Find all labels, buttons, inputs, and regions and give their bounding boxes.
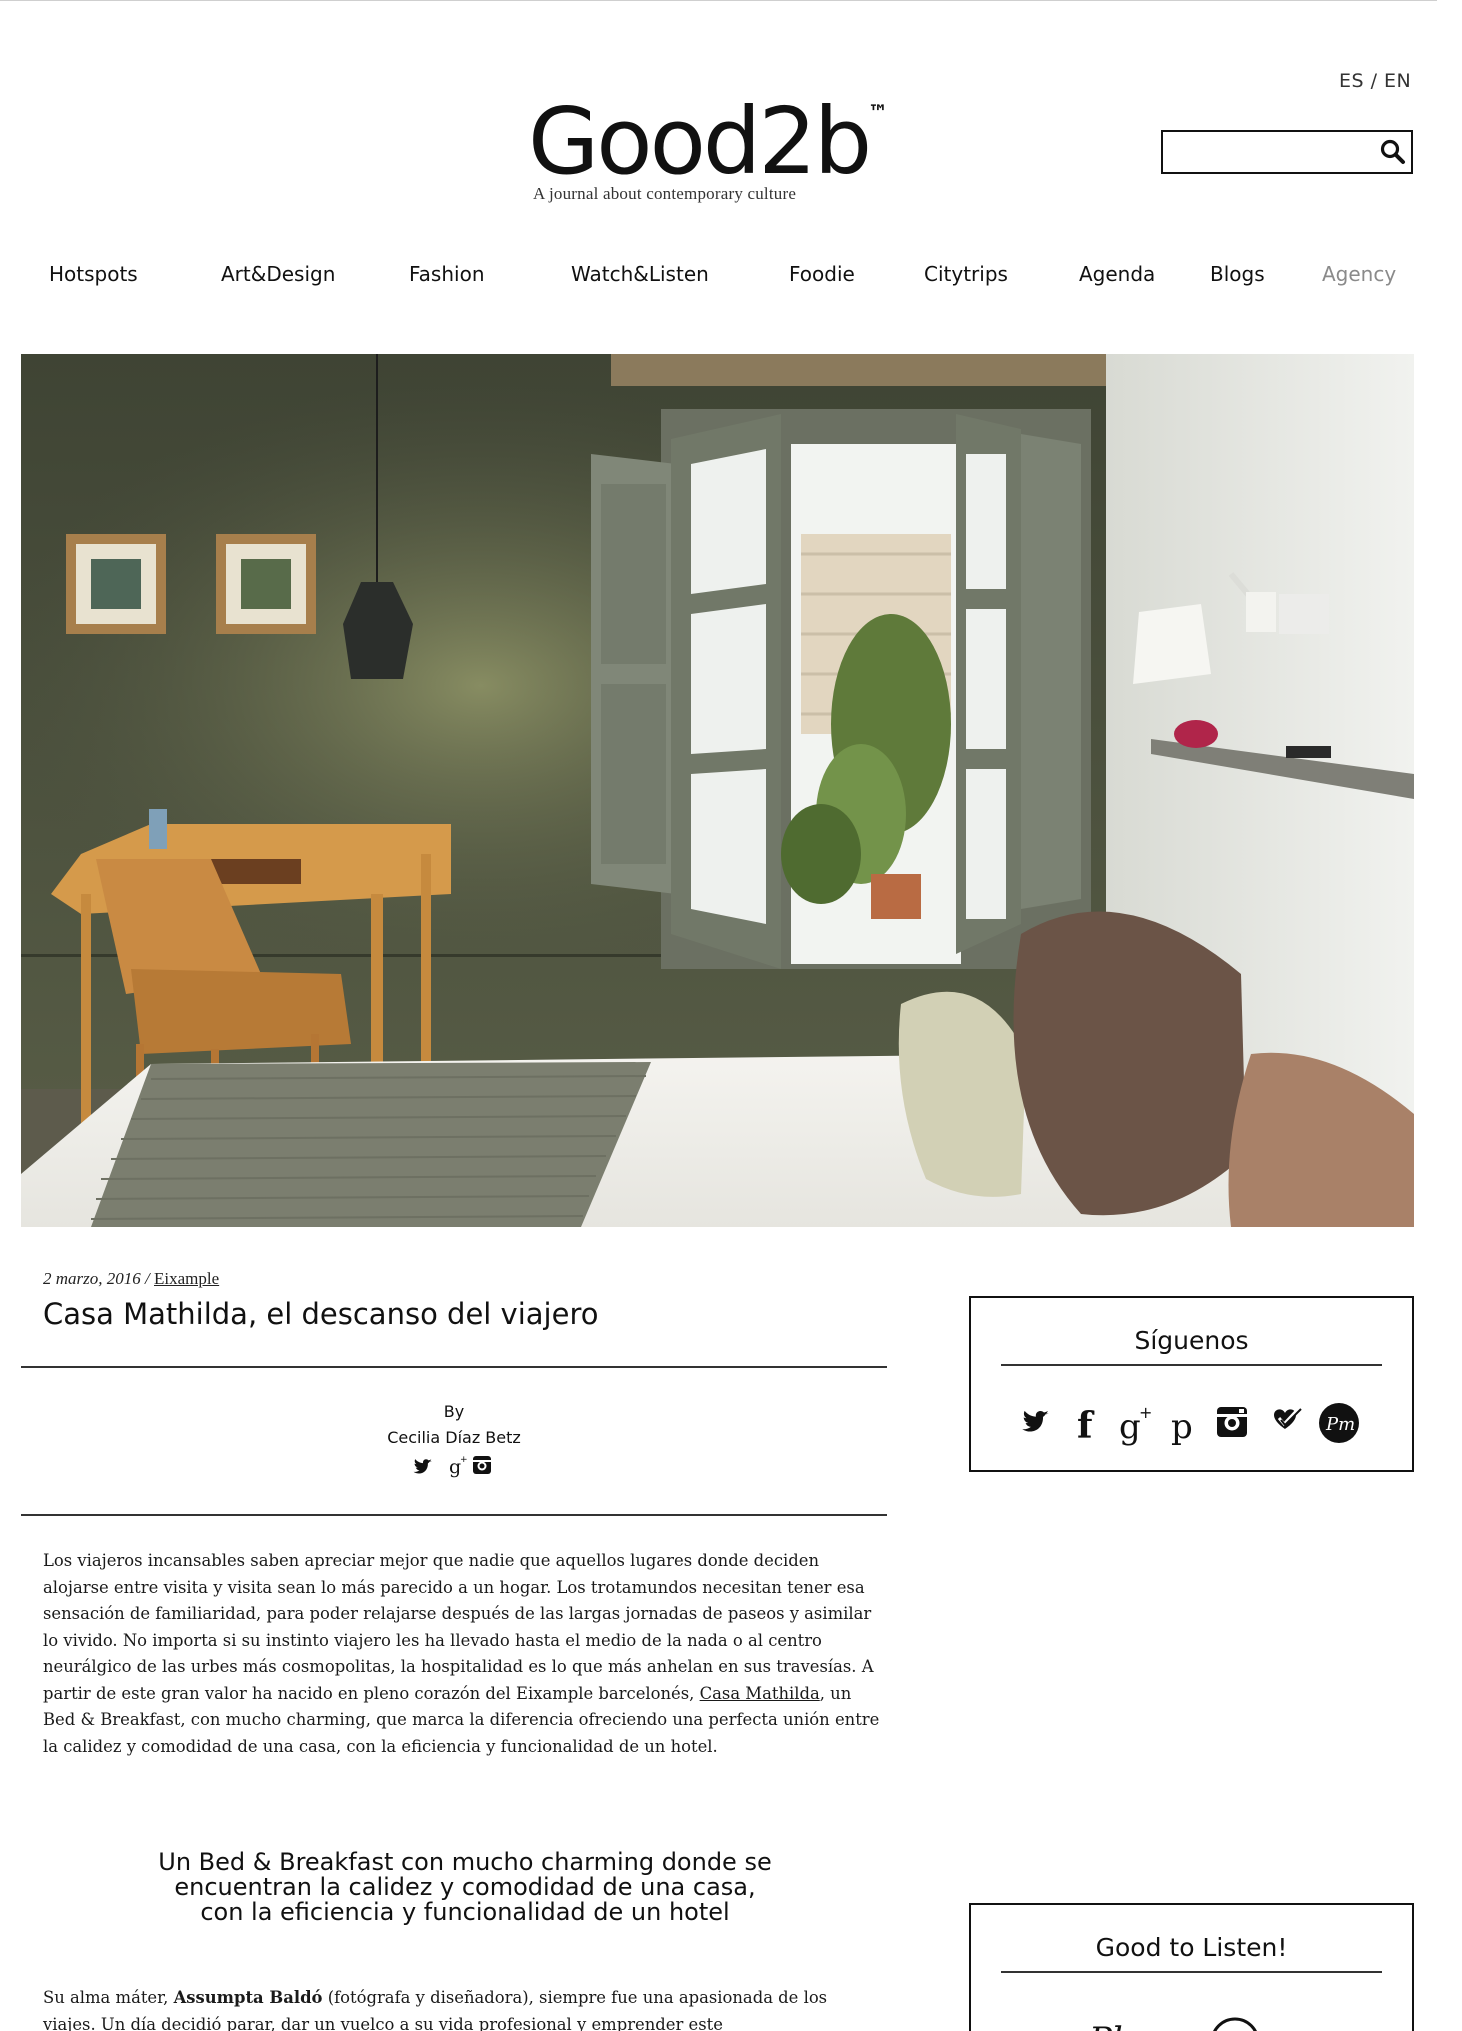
- by-label: By: [443, 1402, 465, 1421]
- follow-divider: [1001, 1364, 1382, 1366]
- logo-wordmark: Good2b: [528, 88, 872, 195]
- top-border: [0, 0, 1437, 1]
- search-box: [1161, 130, 1413, 174]
- social-icons-row: f g + p Pm: [1022, 1403, 1359, 1446]
- article-paragraph-1: Los viajeros incansables saben apreciar …: [43, 1548, 883, 1760]
- pull-quote-line: Un Bed & Breakfast con mucho charming do…: [158, 1848, 772, 1876]
- search-input[interactable]: [1169, 138, 1369, 166]
- article-title: Casa Mathilda, el descanso del viajero: [43, 1297, 599, 1331]
- playmoss-icon[interactable]: Pm: [1319, 1403, 1359, 1443]
- listen-title: Good to Listen!: [1095, 1933, 1288, 1962]
- listen-widget: Good to Listen! Playmoss: [969, 1903, 1414, 2031]
- search-icon[interactable]: [1379, 138, 1407, 166]
- google-plus-icon[interactable]: g +: [1119, 1403, 1152, 1446]
- checkmark-heart-icon[interactable]: [1274, 1406, 1302, 1429]
- main-navigation: Hotspots Art&Design Fashion Watch&Listen…: [0, 262, 1437, 296]
- meta-separator: /: [140, 1269, 154, 1288]
- follow-title: Síguenos: [1134, 1326, 1249, 1355]
- facebook-icon[interactable]: f: [1077, 1405, 1095, 1446]
- play-button-icon[interactable]: [1209, 2016, 1261, 2031]
- author-name[interactable]: Cecilia Díaz Betz: [21, 1425, 887, 1451]
- instagram-icon[interactable]: [1217, 1407, 1247, 1437]
- listen-divider: [1001, 1971, 1382, 1973]
- bedroom-photo-illustration: [21, 354, 1414, 1227]
- nav-item-fashion[interactable]: Fashion: [409, 262, 485, 286]
- language-switch[interactable]: ES / EN: [1339, 70, 1411, 92]
- svg-text:p: p: [1171, 1407, 1193, 1446]
- svg-text:g: g: [1119, 1407, 1141, 1446]
- pinterest-icon[interactable]: p: [1171, 1407, 1193, 1446]
- pull-quote-line: con la eficiencia y funcionalidad de un …: [200, 1898, 730, 1926]
- nav-item-hotspots[interactable]: Hotspots: [49, 262, 138, 286]
- twitter-icon[interactable]: [413, 1459, 432, 1474]
- instagram-icon[interactable]: [473, 1456, 491, 1474]
- nav-item-art-design[interactable]: Art&Design: [221, 262, 335, 286]
- article-date: 2 marzo, 2016: [43, 1269, 141, 1288]
- nav-item-foodie[interactable]: Foodie: [789, 262, 855, 286]
- nav-item-blogs[interactable]: Blogs: [1210, 262, 1265, 286]
- twitter-icon[interactable]: [1022, 1410, 1049, 1432]
- category-link[interactable]: Eixample: [154, 1269, 219, 1288]
- pull-quote: Un Bed & Breakfast con mucho charming do…: [80, 1850, 850, 1925]
- nav-item-watch-listen[interactable]: Watch&Listen: [571, 262, 709, 286]
- logo-trademark: ™: [868, 100, 888, 124]
- casa-mathilda-link[interactable]: Casa Mathilda: [700, 1684, 820, 1703]
- site-logo[interactable]: Good2b ™ A journal about contemporary cu…: [528, 92, 908, 212]
- svg-text:+: +: [1139, 1403, 1152, 1422]
- article-paragraph-2: Su alma máter, Assumpta Baldó (fotógrafa…: [43, 1985, 883, 2031]
- paragraph-text: Los viajeros incansables saben apreciar …: [43, 1551, 874, 1703]
- title-divider: [21, 1366, 887, 1368]
- svg-text:+: +: [460, 1455, 468, 1465]
- follow-widget: Síguenos f g + p Pm: [969, 1296, 1414, 1472]
- person-name: Assumpta Baldó: [173, 1988, 323, 2007]
- nav-item-agenda[interactable]: Agenda: [1079, 262, 1155, 286]
- hero-image[interactable]: [21, 354, 1414, 1227]
- byline-divider: [21, 1514, 887, 1516]
- nav-item-citytrips[interactable]: Citytrips: [924, 262, 1008, 286]
- playmoss-player[interactable]: Playmoss: [1089, 2017, 1299, 2031]
- logo-tagline: A journal about contemporary culture: [533, 184, 797, 203]
- nav-item-agency[interactable]: Agency: [1322, 262, 1396, 286]
- pull-quote-line: encuentran la calidez y comodidad de una…: [174, 1873, 756, 1901]
- author-social-icons: g +: [413, 1455, 491, 1478]
- paragraph-text: Su alma máter,: [43, 1988, 174, 2007]
- article-meta: 2 marzo, 2016 / Eixample: [43, 1269, 219, 1289]
- byline: By Cecilia Díaz Betz: [21, 1399, 887, 1451]
- svg-text:Pm: Pm: [1325, 1414, 1355, 1435]
